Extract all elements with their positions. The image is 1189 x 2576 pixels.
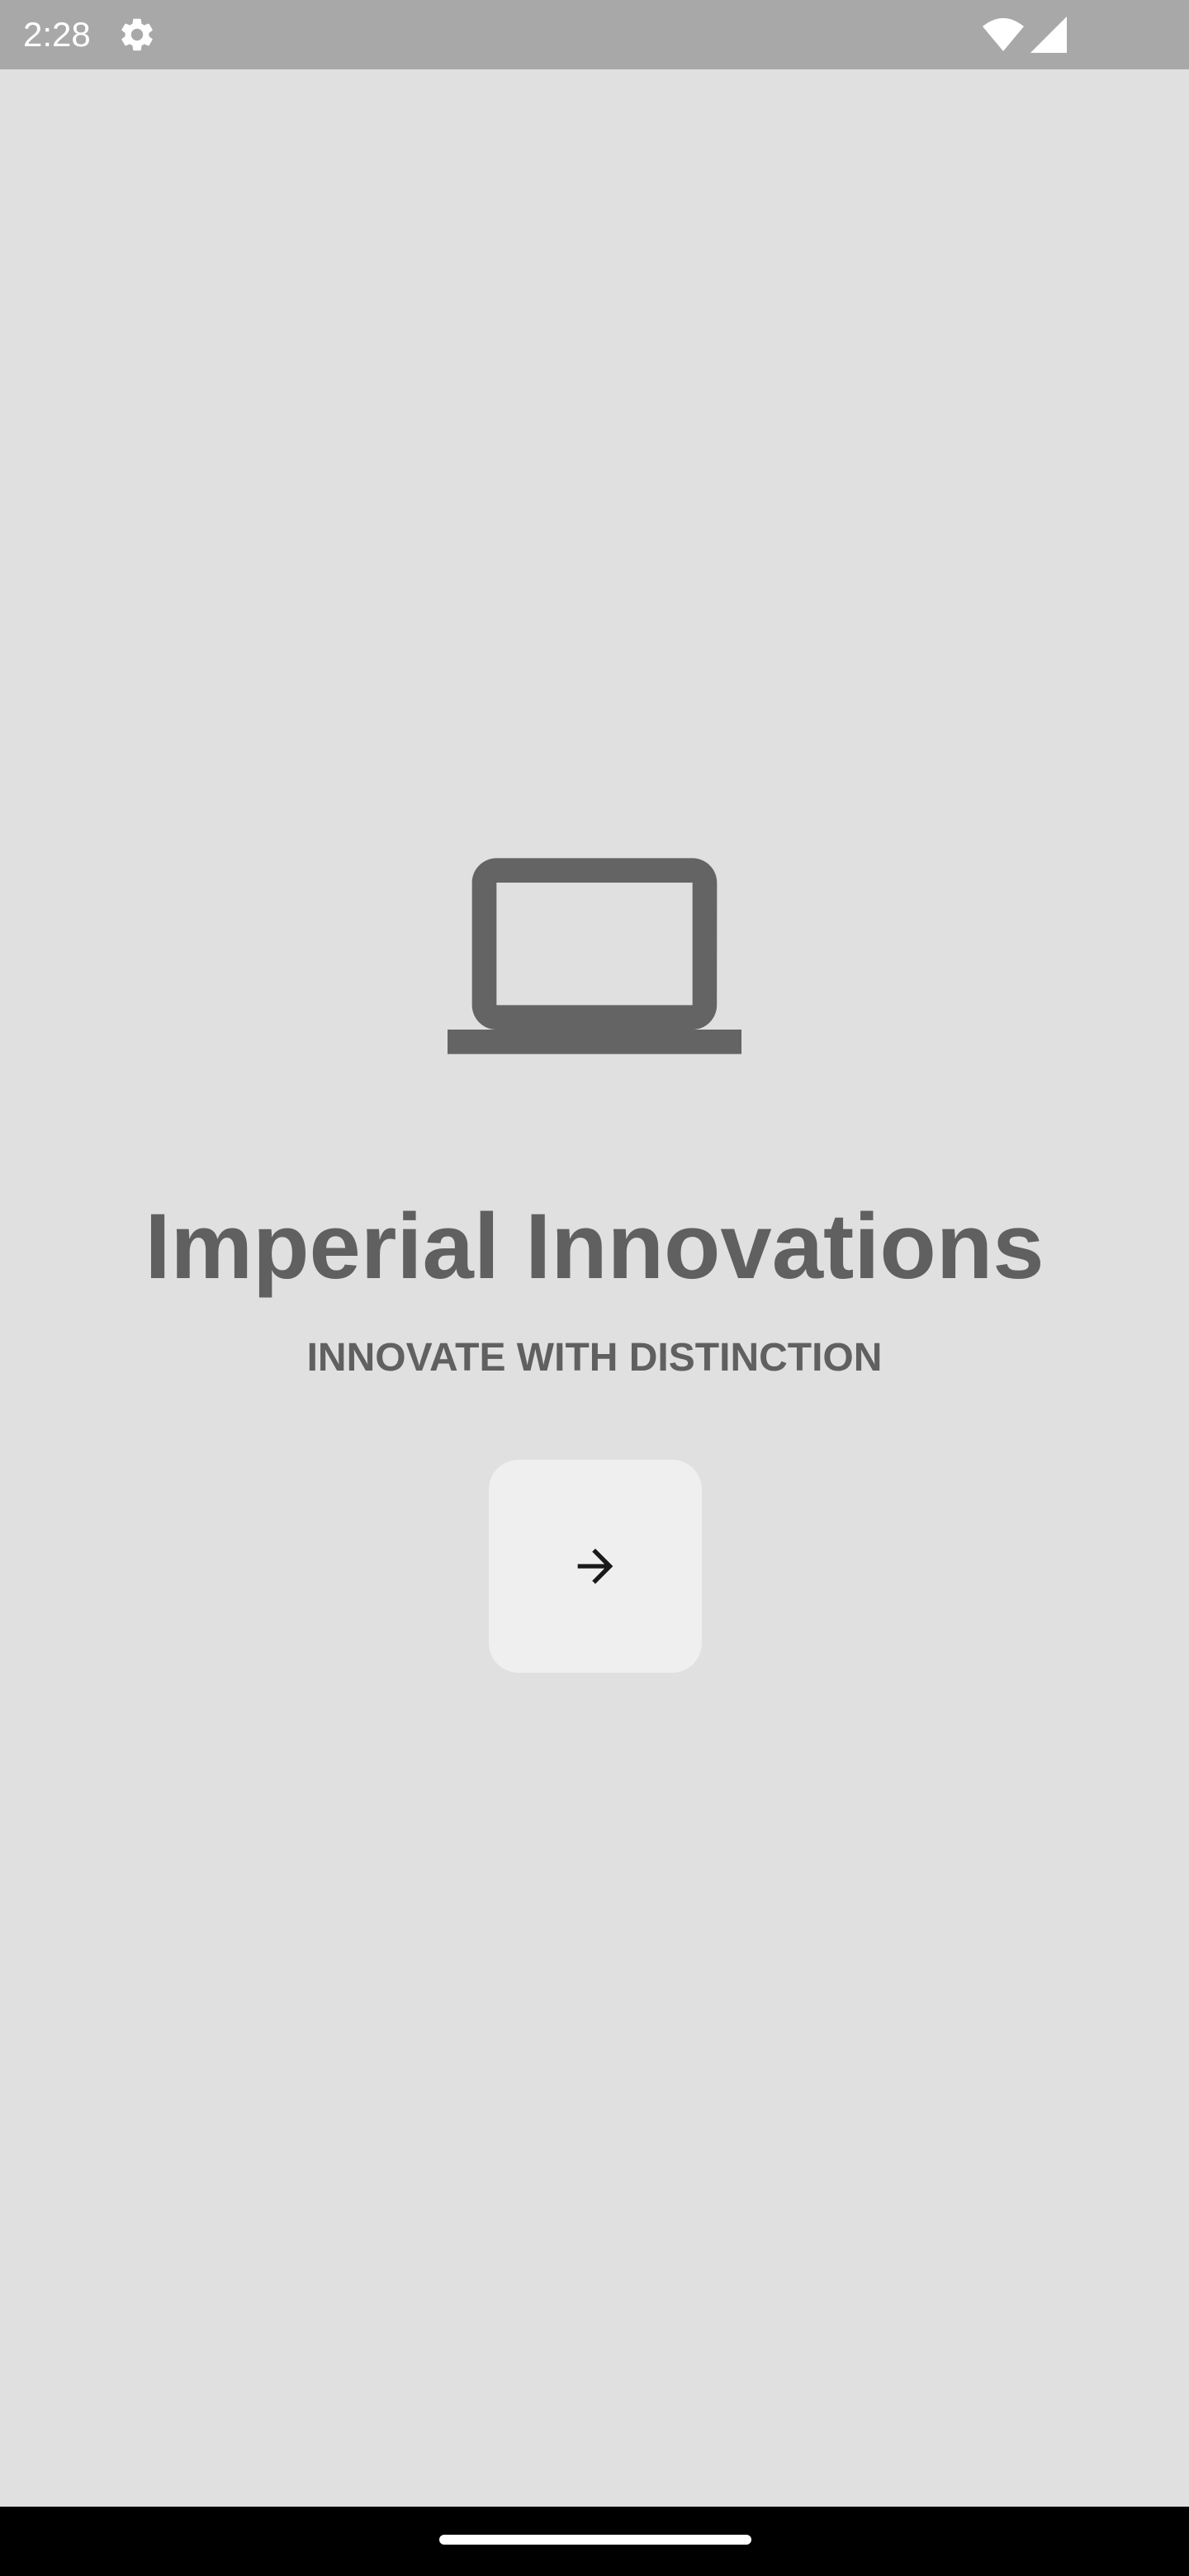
signal-icon (1030, 17, 1067, 53)
next-button[interactable] (489, 1460, 702, 1673)
app-title: Imperial Innovations (144, 1195, 1045, 1298)
home-gesture-handle[interactable] (439, 2535, 751, 2545)
wifi-icon (981, 17, 1026, 53)
status-bar: 2:28 (0, 0, 1189, 69)
gear-icon (117, 15, 157, 54)
arrow-right-icon (577, 1548, 613, 1584)
laptop-icon (448, 809, 741, 1103)
app-tagline: INNOVATE WITH DISTINCTION (306, 1336, 883, 1380)
status-time: 2:28 (23, 15, 91, 54)
